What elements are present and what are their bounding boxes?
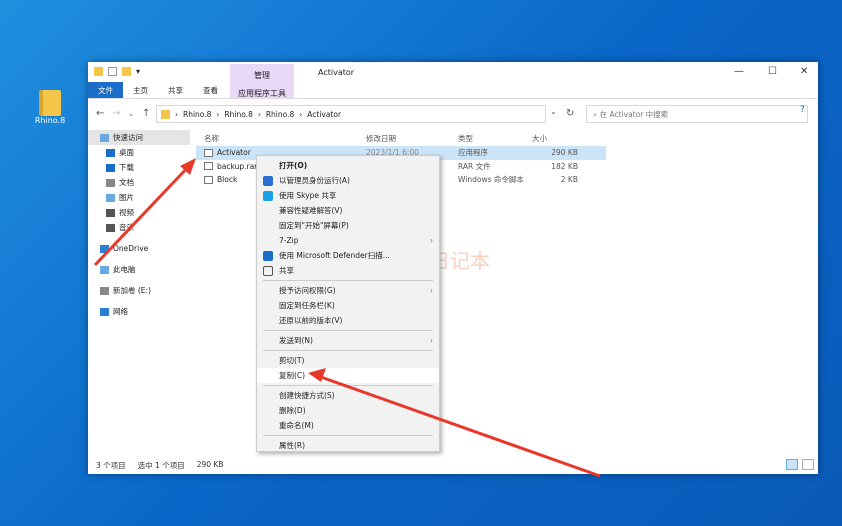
arrowhead	[308, 368, 326, 382]
annotation-arrows	[93, 158, 601, 478]
arrow-to-file	[93, 163, 192, 267]
arrow-to-copy	[317, 374, 601, 478]
